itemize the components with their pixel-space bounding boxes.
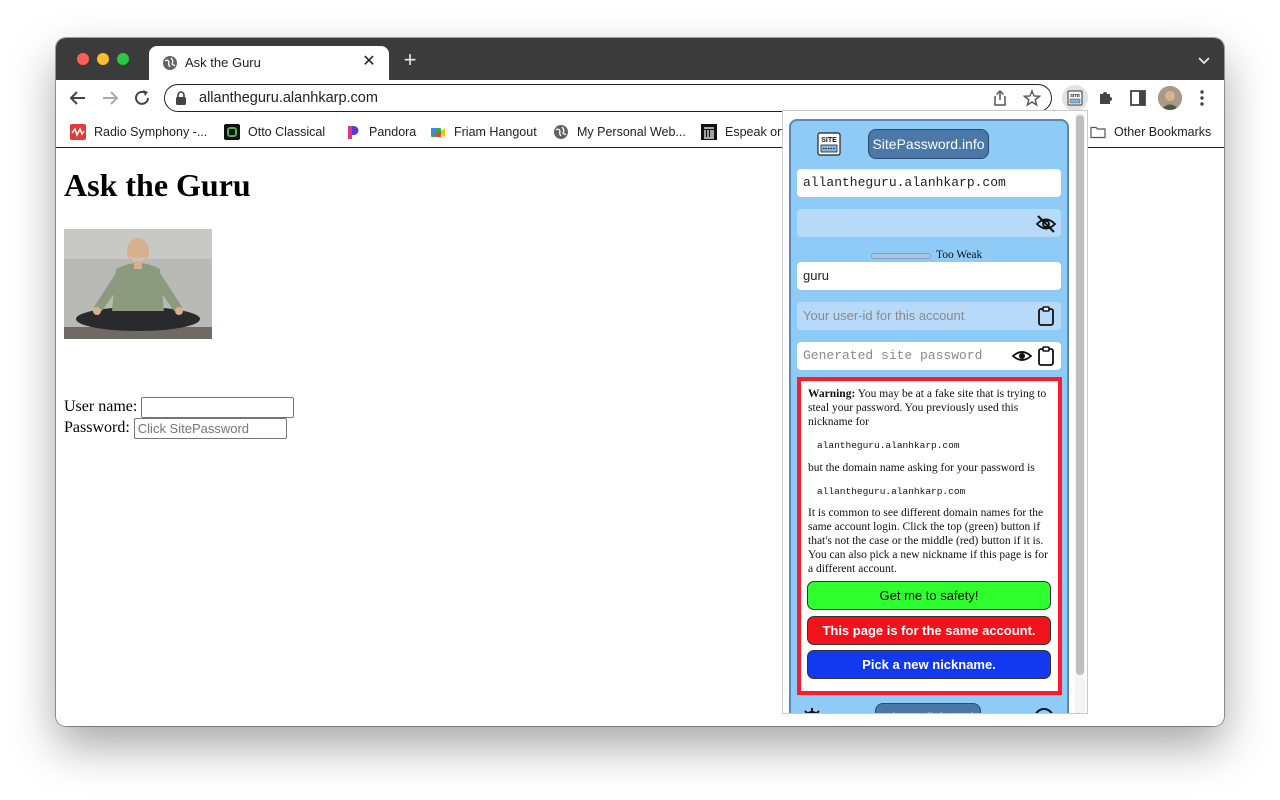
- close-window-button[interactable]: [77, 53, 89, 65]
- super-password-dots: ••••••: [803, 217, 839, 229]
- same-account-button[interactable]: This page is for the same account.: [807, 616, 1051, 645]
- otto-classical-icon: [224, 124, 240, 140]
- svg-text:SITE: SITE: [1070, 93, 1080, 98]
- browser-window: Ask the Guru ✕ + allantheguru.alanhkarp.…: [56, 38, 1224, 726]
- clear-clipboard-button[interactable]: Clear Clipboard: [875, 703, 981, 713]
- bookmark-personal-web[interactable]: My Personal Web...: [553, 123, 686, 141]
- super-password-field[interactable]: ••••••: [797, 209, 1061, 237]
- strength-meter: Too Weak: [871, 249, 1071, 263]
- globe-icon: [163, 56, 177, 70]
- espeak-icon: [701, 124, 717, 140]
- forward-arrow-icon[interactable]: [98, 86, 122, 110]
- address-bar[interactable]: allantheguru.alanhkarp.com: [164, 84, 1052, 112]
- url-text: allantheguru.alanhkarp.com: [199, 90, 378, 106]
- eye-slash-icon[interactable]: [1035, 213, 1057, 235]
- sitepassword-icon: SITE: [1067, 90, 1083, 106]
- tab-close-icon[interactable]: ✕: [359, 52, 379, 72]
- bookmark-label: Friam Hangout: [454, 125, 537, 139]
- other-bookmarks[interactable]: Other Bookmarks: [1090, 123, 1211, 141]
- bookmark-pandora[interactable]: Pandora: [345, 123, 416, 141]
- back-arrow-icon[interactable]: [66, 86, 90, 110]
- clipboard-icon[interactable]: [1035, 345, 1057, 367]
- globe-icon: [554, 125, 568, 139]
- sitepassword-popup: SITE SitePassword.info allantheguru.alan…: [789, 119, 1071, 714]
- star-icon[interactable]: [1023, 89, 1041, 107]
- pick-new-nickname-button[interactable]: Pick a new nickname.: [807, 650, 1051, 679]
- folder-icon: [1090, 126, 1106, 139]
- google-meet-icon: [431, 128, 445, 137]
- bookmark-label: Espeak on: [725, 125, 785, 139]
- bookmark-label: Pandora: [369, 125, 417, 139]
- other-bookmarks-label: Other Bookmarks: [1114, 125, 1212, 139]
- minimize-window-button[interactable]: [97, 53, 109, 65]
- svg-text:SITE: SITE: [821, 137, 837, 144]
- page-title: Ask the Guru: [64, 167, 251, 203]
- warning-text-2: but the domain name asking for your pass…: [808, 462, 1035, 474]
- bookmark-espeak[interactable]: Espeak on: [701, 123, 784, 141]
- userid-field[interactable]: Your user-id for this account: [797, 302, 1061, 330]
- profile-avatar[interactable]: [1158, 86, 1182, 110]
- popup-scroll-thumb[interactable]: [1076, 115, 1084, 675]
- sitepassword-extension-button[interactable]: SITE: [1062, 85, 1088, 111]
- strength-bar: [871, 253, 931, 259]
- share-icon[interactable]: [991, 89, 1009, 107]
- lock-icon: [176, 91, 186, 105]
- sitepassword-logo-icon[interactable]: SITE: [817, 132, 841, 156]
- sitepassword-popup-frame: SITE SitePassword.info allantheguru.alan…: [782, 110, 1088, 714]
- bookmark-otto-classical[interactable]: Otto Classical: [224, 123, 325, 141]
- pandora-icon: [348, 126, 359, 139]
- bookmark-label: Otto Classical: [248, 125, 326, 139]
- warning-lead: Warning:: [808, 388, 856, 400]
- kebab-menu-icon[interactable]: [1190, 86, 1214, 110]
- new-tab-button[interactable]: +: [399, 49, 421, 72]
- warning-text-3: It is common to see different domain nam…: [808, 507, 1048, 575]
- phishing-warning-box: Warning: You may be at a fake site that …: [797, 377, 1062, 695]
- avatar-photo: [1158, 86, 1182, 110]
- bookmark-label: My Personal Web...: [577, 125, 686, 139]
- warning-paragraph-1: Warning: You may be at a fake site that …: [808, 387, 1050, 429]
- strength-label: Too Weak: [936, 249, 983, 261]
- bookmark-radio-symphony[interactable]: Radio Symphony -...: [70, 123, 207, 141]
- help-icon[interactable]: [1033, 707, 1055, 714]
- bookmark-label: Radio Symphony -...: [94, 125, 208, 139]
- nickname-field[interactable]: guru: [797, 262, 1061, 290]
- tab-title: Ask the Guru: [185, 55, 261, 70]
- password-input[interactable]: [133, 418, 287, 439]
- eye-icon[interactable]: [1011, 345, 1033, 367]
- radio-symphony-icon: [70, 124, 86, 140]
- password-label: Password:: [64, 419, 130, 437]
- previous-domain: alantheguru.alanhkarp.com: [817, 440, 960, 451]
- domain-field[interactable]: allantheguru.alanhkarp.com: [797, 169, 1061, 197]
- current-domain: allantheguru.alanhkarp.com: [817, 486, 966, 497]
- tab-ask-the-guru[interactable]: Ask the Guru ✕: [149, 46, 389, 80]
- bookmark-friam-hangout[interactable]: Friam Hangout: [430, 123, 537, 141]
- password-row: Password:: [64, 418, 287, 439]
- username-label: User name:: [64, 398, 138, 416]
- clipboard-icon[interactable]: [1035, 305, 1057, 327]
- sitepassword-info-button[interactable]: SitePassword.info: [868, 129, 989, 159]
- get-to-safety-button[interactable]: Get me to safety!: [807, 581, 1051, 610]
- chevron-down-icon[interactable]: [1196, 52, 1212, 68]
- username-input[interactable]: [141, 397, 295, 418]
- side-panel-icon[interactable]: [1126, 86, 1150, 110]
- username-row: User name:: [64, 397, 295, 418]
- gear-icon[interactable]: [801, 707, 823, 714]
- zoom-window-button[interactable]: [117, 53, 129, 65]
- extensions-puzzle-icon[interactable]: [1094, 86, 1118, 110]
- guru-photo: [64, 229, 212, 339]
- reload-icon[interactable]: [130, 86, 154, 110]
- popup-scrollbar[interactable]: [1075, 113, 1085, 713]
- title-bar: Ask the Guru ✕ +: [56, 38, 1224, 80]
